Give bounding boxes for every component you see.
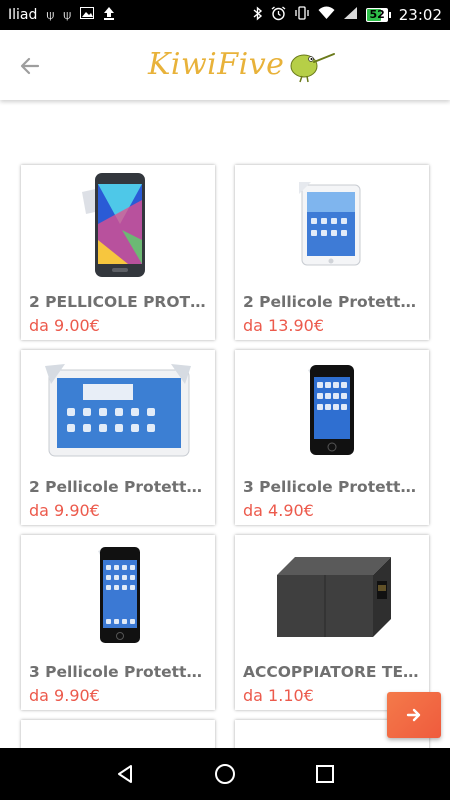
- product-card[interactable]: 3 Pellicole Protettive da 9.90€: [21, 535, 215, 710]
- product-title: 2 Pellicole Protettive: [29, 478, 207, 496]
- arrow-left-icon: [20, 57, 40, 75]
- product-price: da 9.90€: [29, 686, 100, 705]
- product-image-galaxy-tab: [21, 350, 215, 470]
- upload-icon: [103, 6, 115, 24]
- wifi-icon: [318, 6, 335, 24]
- product-price: da 9.00€: [29, 316, 100, 335]
- product-card[interactable]: 3 Pellicole Protettive da 4.90€: [235, 350, 429, 525]
- product-title: 2 PELLICOLE PROTETTIVE: [29, 293, 207, 311]
- product-price: da 9.90€: [29, 501, 100, 520]
- product-title: 3 Pellicole Protettive: [29, 663, 207, 681]
- navigation-bar: [0, 748, 450, 800]
- product-card[interactable]: ACCOPPIATORE TELEFONICO da 1.10€: [235, 535, 429, 710]
- app-bar: KiwiFive: [0, 30, 450, 100]
- usb-icon: ⍦: [63, 7, 71, 23]
- arrow-right-icon: [406, 708, 421, 722]
- alarm-icon: [271, 5, 286, 25]
- product-card[interactable]: 2 Pellicole Protettive da 13.90€: [235, 165, 429, 340]
- recents-square-icon: [316, 765, 334, 783]
- product-price: da 4.90€: [243, 501, 314, 520]
- product-card[interactable]: 2 Pellicole Protettive da 9.90€: [21, 350, 215, 525]
- product-image-iphone-5: [21, 535, 215, 655]
- product-card[interactable]: [21, 720, 215, 750]
- back-button[interactable]: [14, 50, 46, 82]
- product-title: ACCOPPIATORE TELEFONICO: [243, 663, 421, 681]
- image-icon: [80, 7, 94, 23]
- product-image-ipad-mini: [235, 165, 429, 285]
- product-title: 2 Pellicole Protettive: [243, 293, 421, 311]
- product-image-iphone-4: [235, 350, 429, 470]
- bluetooth-icon: [253, 5, 263, 25]
- product-image-galaxy-phone: [21, 165, 215, 285]
- carrier-label: Iliad: [8, 7, 38, 23]
- clock: 23:02: [398, 6, 442, 24]
- logo: KiwiFive: [148, 42, 338, 86]
- product-price: da 13.90€: [243, 316, 325, 335]
- product-price: da 1.10€: [243, 686, 314, 705]
- next-page-button[interactable]: [387, 692, 441, 738]
- status-bar: Iliad ⍦ ⍦ 52 23:02: [0, 0, 450, 30]
- logo-text: KiwiFive: [148, 46, 285, 82]
- nav-recents-button[interactable]: [311, 760, 339, 788]
- product-card[interactable]: 2 PELLICOLE PROTETTIVE da 9.00€: [21, 165, 215, 340]
- nav-back-button[interactable]: [111, 760, 139, 788]
- nav-home-button[interactable]: [211, 760, 239, 788]
- product-title: 3 Pellicole Protettive: [243, 478, 421, 496]
- back-triangle-icon: [118, 765, 132, 783]
- battery-icon: 52: [366, 8, 391, 22]
- signal-icon: [343, 6, 358, 24]
- home-circle-icon: [215, 764, 235, 784]
- product-image-rj11-coupler: [235, 535, 429, 655]
- usb-icon: ⍦: [46, 7, 55, 23]
- kiwi-bird-icon: [290, 53, 336, 83]
- vibrate-icon: [294, 6, 310, 24]
